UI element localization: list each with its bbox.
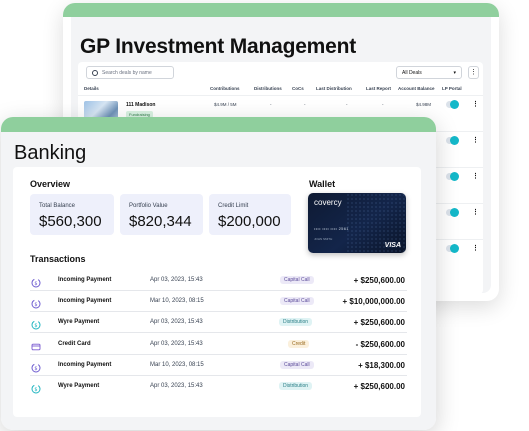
col-last-report[interactable]: Last Report — [366, 86, 391, 91]
search-placeholder: Search deals by name — [102, 69, 152, 76]
deal-account-balance: $4.98M — [416, 102, 432, 107]
col-distributions[interactable]: Distributions — [254, 86, 282, 91]
transaction-date: Mar 10, 2023, 08:15 — [150, 362, 204, 368]
total-balance-label: Total Balance — [39, 203, 76, 209]
row-menu-button[interactable]: ⋮ — [472, 244, 479, 252]
gp-accent-bar — [63, 3, 499, 17]
lp-portal-toggle[interactable] — [446, 172, 459, 181]
credit-card-icon — [31, 339, 41, 351]
col-lp-portal[interactable]: LP Portal — [442, 86, 462, 91]
credit-limit-label: Credit Limit — [218, 203, 249, 209]
col-account-balance[interactable]: Account Balance — [398, 86, 435, 91]
visa-logo: VISA — [384, 242, 401, 249]
row-menu-button[interactable]: ⋮ — [472, 100, 479, 108]
deal-name[interactable]: 111 Madison — [126, 102, 155, 108]
portfolio-value-value: $820,344 — [129, 213, 192, 230]
transaction-date: Apr 03, 2023, 15:43 — [150, 341, 203, 347]
transaction-row[interactable]: $ Wyre Payment Apr 03, 2023, 15:43 Distribu… — [30, 312, 407, 333]
deal-last-distribution: - — [346, 102, 348, 107]
transaction-name: Wyre Payment — [58, 383, 100, 389]
deal-search-input[interactable]: Search deals by name — [86, 66, 174, 79]
wire-payment-icon: $ — [31, 381, 41, 394]
incoming-payment-icon: $ — [31, 275, 41, 288]
transaction-type-badge: Capital Call — [280, 361, 314, 369]
search-icon — [92, 69, 98, 76]
transaction-type-badge: Distribution — [279, 382, 313, 390]
transaction-amount: - $250,600.00 — [355, 340, 405, 349]
portfolio-value-label: Portfolio Value — [129, 203, 168, 209]
row-menu-button[interactable]: ⋮ — [472, 136, 479, 144]
total-balance-value: $560,300 — [39, 213, 102, 230]
transaction-amount: + $10,000,000.00 — [342, 297, 405, 306]
col-details[interactable]: Details — [84, 86, 99, 91]
lp-portal-toggle[interactable] — [446, 100, 459, 109]
wallet-title: Wallet — [309, 179, 336, 189]
lp-portal-toggle[interactable] — [446, 244, 459, 253]
chevron-down-icon: ▾ — [453, 69, 456, 76]
transaction-row[interactable]: $ Incoming Payment Mar 10, 2023, 08:15 Capi… — [30, 355, 407, 376]
banking-title: Banking — [14, 142, 87, 164]
transaction-row[interactable]: Credit Card Apr 03, 2023, 15:43 Credit - $2… — [30, 334, 407, 355]
gp-title: GP Investment Management — [80, 35, 357, 58]
svg-text:$: $ — [34, 323, 37, 329]
stage: GP Investment Management Search deals by… — [0, 0, 529, 431]
svg-text:$: $ — [34, 366, 37, 372]
col-last-distribution[interactable]: Last Distribution — [316, 86, 352, 91]
transaction-date: Apr 03, 2023, 15:43 — [150, 277, 203, 283]
transaction-row[interactable]: $ Wyre Payment Apr 03, 2023, 15:43 Distribu… — [30, 376, 407, 397]
transaction-date: Mar 10, 2023, 08:15 — [150, 298, 204, 304]
transaction-date: Apr 03, 2023, 15:43 — [150, 383, 203, 389]
transaction-amount: + $250,600.00 — [353, 382, 405, 391]
deal-contributions: $4.9M / 5M — [214, 102, 237, 107]
transaction-name: Incoming Payment — [58, 298, 112, 304]
credit-limit-card: Credit Limit $200,000 — [209, 194, 291, 235]
transaction-date: Apr 03, 2023, 15:43 — [150, 319, 203, 325]
row-menu-button[interactable]: ⋮ — [472, 172, 479, 180]
wire-payment-icon: $ — [31, 317, 41, 330]
table-menu-button[interactable]: ⋮ — [468, 66, 479, 79]
transactions-title: Transactions — [30, 254, 86, 264]
deals-filter-value: All Deals — [402, 69, 422, 76]
transaction-type-badge: Capital Call — [280, 276, 314, 284]
table-header: Details Contributions Distributions CoCs… — [78, 84, 483, 94]
lp-portal-toggle[interactable] — [446, 208, 459, 217]
col-contributions[interactable]: Contributions — [210, 86, 240, 91]
incoming-payment-icon: $ — [31, 360, 41, 373]
row-menu-button[interactable]: ⋮ — [472, 208, 479, 216]
transaction-row[interactable]: $ Incoming Payment Mar 10, 2023, 08:15 Capi… — [30, 291, 407, 312]
card-brand: covercy — [314, 198, 342, 207]
banking-accent-bar — [1, 117, 436, 132]
deal-distributions: - — [270, 102, 272, 107]
transaction-amount: + $18,300.00 — [358, 361, 405, 370]
deal-last-report: - — [382, 102, 384, 107]
transaction-row[interactable]: $ Incoming Payment Apr 03, 2023, 15:43 Capi… — [30, 270, 407, 291]
transaction-amount: + $250,600.00 — [353, 318, 405, 327]
transaction-type-badge: Distribution — [279, 318, 313, 326]
wallet-card[interactable]: covercy •••• •••• •••• 2561 JOHN SMITH V… — [308, 193, 406, 253]
transaction-type-badge: Capital Call — [280, 297, 314, 305]
col-cocs[interactable]: CoCs — [292, 86, 304, 91]
svg-text:$: $ — [34, 281, 37, 287]
transaction-type-badge: Credit — [288, 340, 310, 348]
deal-cocs: - — [304, 102, 306, 107]
transaction-name: Wyre Payment — [58, 319, 100, 325]
transaction-name: Incoming Payment — [58, 362, 112, 368]
portfolio-value-card: Portfolio Value $820,344 — [120, 194, 203, 235]
transaction-amount: + $250,600.00 — [353, 276, 405, 285]
svg-text:$: $ — [34, 302, 37, 308]
total-balance-card: Total Balance $560,300 — [30, 194, 114, 235]
credit-limit-value: $200,000 — [218, 213, 281, 230]
card-number: •••• •••• •••• 2561 — [314, 226, 349, 231]
transaction-name: Incoming Payment — [58, 277, 112, 283]
lp-portal-toggle[interactable] — [446, 136, 459, 145]
overview-title: Overview — [30, 179, 71, 189]
svg-text:$: $ — [34, 387, 37, 393]
transaction-name: Credit Card — [58, 341, 91, 347]
incoming-payment-icon: $ — [31, 296, 41, 309]
deals-filter-select[interactable]: All Deals ▾ — [396, 66, 462, 79]
card-holder: JOHN SMITH — [314, 237, 333, 241]
